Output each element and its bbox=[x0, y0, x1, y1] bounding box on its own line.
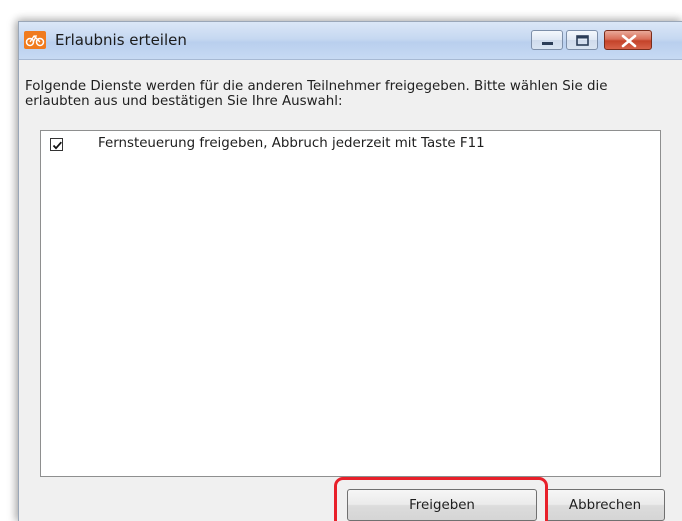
checkmark-icon bbox=[52, 141, 62, 150]
instruction-text: Folgende Dienste werden für die anderen … bbox=[25, 79, 608, 109]
remote-control-checkbox[interactable] bbox=[50, 138, 63, 151]
abbrechen-button[interactable]: Abbrechen bbox=[545, 489, 665, 521]
bicycle-link-icon bbox=[24, 31, 46, 49]
window-title: Erlaubnis erteilen bbox=[55, 31, 187, 49]
minimize-icon bbox=[542, 42, 553, 45]
close-button[interactable] bbox=[604, 30, 652, 50]
service-label: Fernsteuerung freigeben, Abbruch jederze… bbox=[98, 136, 485, 151]
permission-dialog: Erlaubnis erteilen Folgende Dienste werd… bbox=[18, 21, 682, 521]
screenshot-stage: Erlaubnis erteilen Folgende Dienste werd… bbox=[0, 0, 682, 521]
maximize-button[interactable] bbox=[566, 30, 598, 50]
freigeben-button[interactable]: Freigeben bbox=[347, 489, 537, 521]
maximize-icon bbox=[576, 35, 589, 46]
close-icon bbox=[621, 34, 637, 48]
services-list[interactable]: Fernsteuerung freigeben, Abbruch jederze… bbox=[40, 130, 661, 477]
dialog-body: Folgende Dienste werden für die anderen … bbox=[19, 60, 682, 521]
title-bar[interactable]: Erlaubnis erteilen bbox=[19, 22, 682, 60]
service-item-remote-control[interactable]: Fernsteuerung freigeben, Abbruch jederze… bbox=[50, 136, 650, 155]
minimize-button[interactable] bbox=[531, 30, 563, 50]
